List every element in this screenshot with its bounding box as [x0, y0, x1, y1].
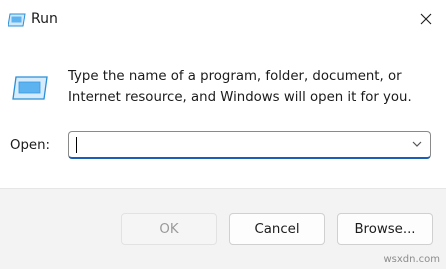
- run-program-icon: [12, 76, 48, 100]
- close-button[interactable]: [406, 0, 446, 38]
- ok-button[interactable]: OK: [121, 213, 217, 245]
- close-icon: [420, 13, 432, 25]
- run-icon: [8, 13, 26, 27]
- window-title: Run: [31, 11, 58, 27]
- chevron-down-icon[interactable]: [410, 137, 424, 151]
- browse-button[interactable]: Browse...: [337, 213, 433, 245]
- cancel-button[interactable]: Cancel: [229, 213, 325, 245]
- open-combobox[interactable]: [68, 131, 431, 159]
- title-bar: Run: [0, 0, 446, 40]
- description-text: Type the name of a program, folder, docu…: [68, 69, 412, 105]
- watermark: wsxdn.com: [383, 254, 440, 265]
- text-caret: [76, 137, 77, 153]
- open-label: Open:: [10, 138, 50, 153]
